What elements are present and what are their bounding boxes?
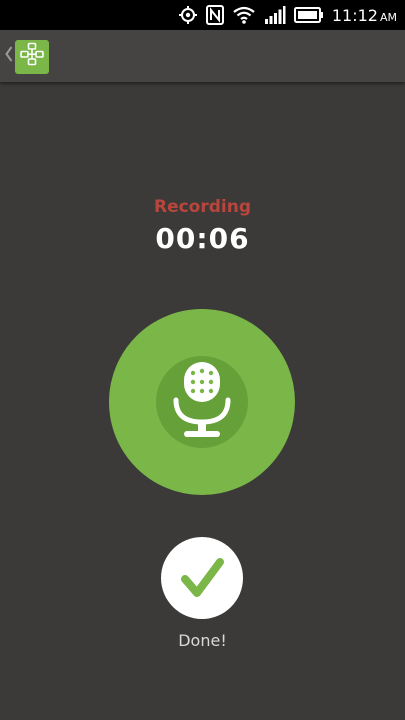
recording-timer: 00:06 (155, 222, 250, 255)
battery-icon (293, 5, 324, 25)
app-bar (0, 30, 405, 82)
status-bar: 11:12 AM (0, 0, 405, 30)
nfc-icon (205, 5, 224, 25)
done-button[interactable] (161, 537, 243, 619)
chevron-left-icon[interactable] (4, 44, 14, 64)
status-clock: 11:12 AM (332, 6, 397, 25)
clock-ampm: AM (379, 10, 397, 24)
family-tree-icon (19, 42, 45, 72)
done-label: Done! (178, 631, 227, 650)
wifi-icon (232, 5, 256, 25)
microphone-button[interactable] (109, 309, 295, 495)
recording-status-label: Recording (153, 197, 252, 217)
clock-time: 11:12 (331, 5, 378, 25)
signal-icon (264, 5, 286, 25)
microphone-inner-circle (156, 356, 248, 448)
app-logo-button[interactable] (15, 40, 49, 74)
gps-icon (178, 5, 198, 25)
status-icons: 11:12 AM (178, 0, 397, 30)
